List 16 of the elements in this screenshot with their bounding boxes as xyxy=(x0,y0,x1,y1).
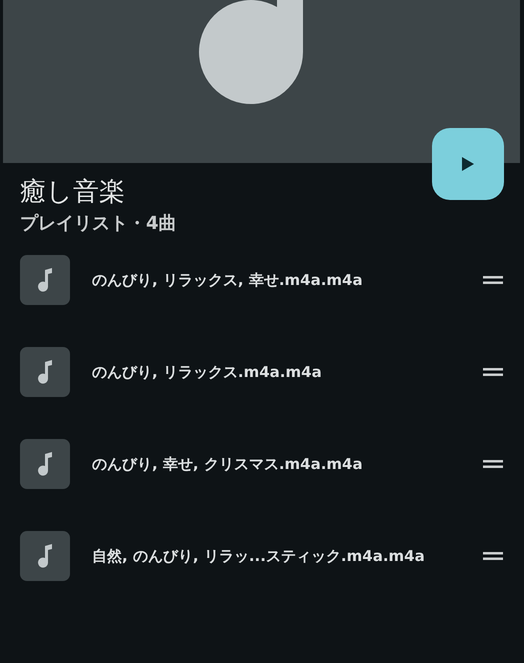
drag-handle-icon[interactable] xyxy=(483,460,503,468)
playlist-subtitle: プレイリスト・4曲 xyxy=(20,212,178,236)
music-note-icon xyxy=(37,268,53,292)
track-title[interactable]: のんびり, リラックス, 幸せ.m4a.m4a xyxy=(92,270,483,290)
drag-handle-icon[interactable] xyxy=(483,368,503,376)
track-title[interactable]: のんびり, リラックス.m4a.m4a xyxy=(92,362,483,382)
drag-handle-icon[interactable] xyxy=(483,552,503,560)
track-title[interactable]: のんびり, 幸せ, クリスマス.m4a.m4a xyxy=(92,454,483,474)
play-icon xyxy=(462,157,474,171)
music-note-icon xyxy=(37,452,53,476)
drag-handle-icon[interactable] xyxy=(483,276,503,284)
music-note-icon xyxy=(37,544,53,568)
play-button[interactable] xyxy=(432,128,504,200)
music-note-icon xyxy=(37,360,53,384)
track-title[interactable]: 自然, のんびり, リラッ...スティック.m4a.m4a xyxy=(92,546,483,566)
playlist-title: 癒し音楽 xyxy=(20,176,126,209)
